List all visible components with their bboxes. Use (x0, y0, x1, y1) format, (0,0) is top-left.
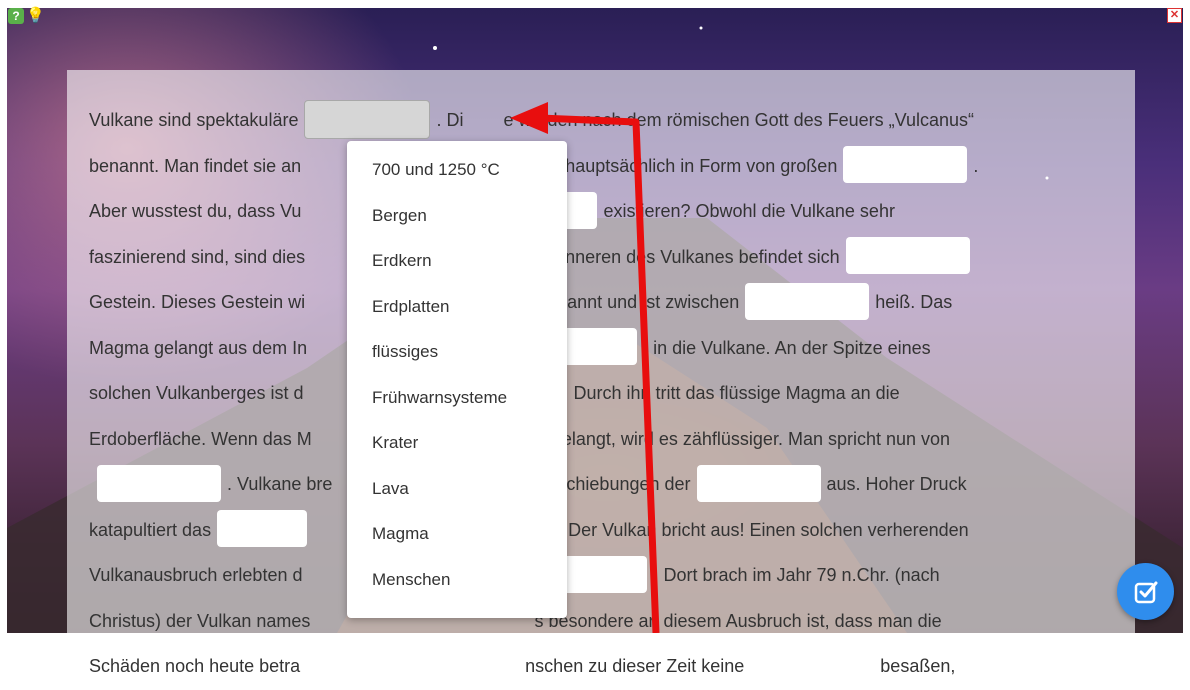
gap-field[interactable] (843, 146, 968, 184)
text-line: . Vulkane bre schiebungen der aus. Hoher D… (89, 462, 1119, 508)
text-segment: genannt und ist zwischen (537, 292, 740, 312)
text-segment: . Vulkane bre (227, 474, 333, 494)
text-segment: e wurden nach dem römischen Gott des Feu… (503, 110, 975, 130)
text-line: Erdoberfläche. Wenn das M ne gelangt, wir… (89, 417, 1119, 463)
text-segment: Gestein. Dieses Gestein wi (89, 292, 306, 312)
dropdown-option[interactable]: flüssiges (347, 329, 567, 375)
gap-field[interactable] (750, 646, 875, 684)
gap-field-active[interactable] (304, 99, 431, 139)
text-line: Magma gelangt aus dem In , in die Vulkane… (89, 326, 1119, 372)
text-segment: . Di (436, 110, 464, 130)
dropdown-option[interactable]: Erdkern (347, 238, 567, 284)
text-segment: katapultiert das (89, 519, 212, 540)
text-segment: nschen zu dieser Zeit keine (525, 656, 745, 676)
gap-field[interactable] (217, 510, 308, 548)
text-segment: s besondere an diesem Ausbruch ist, dass… (534, 610, 942, 631)
text-segment: schiebungen der (557, 474, 691, 494)
text-segment: heiß. Das (875, 292, 953, 312)
text-segment: Schäden noch heute betra (89, 656, 301, 676)
cloze-text: Vulkane sind spektakuläre . Di e wurden na… (89, 98, 1119, 690)
text-segment: Vulkane sind spektakuläre (89, 110, 299, 130)
text-segment: faszinierend sind, sind dies (89, 246, 306, 267)
help-icon[interactable]: ? (8, 8, 24, 24)
answer-dropdown[interactable]: 700 und 1250 °C Bergen Erdkern Erdplatte… (347, 141, 567, 618)
text-segment: aus. Hoher Druck (826, 474, 967, 494)
lightbulb-icon[interactable]: 💡 (26, 8, 45, 24)
text-segment: ne gelangt, wird es zähflüssiger. Man sp… (526, 428, 951, 449)
text-line: Vulkanausbruch erlebten d . Dort brach im… (89, 553, 1119, 599)
dropdown-option[interactable]: Frühwarnsysteme (347, 375, 567, 421)
text-line: Aber wusstest du, dass Vu existieren? Obw… (89, 189, 1119, 235)
dropdown-option[interactable]: 700 und 1250 °C (347, 147, 567, 193)
text-segment: Erdoberfläche. Wenn das M (89, 428, 312, 449)
text-segment: solchen Vulkanberges ist d (89, 383, 304, 403)
dropdown-option[interactable]: Erdplatten (347, 284, 567, 330)
cloze-panel: Vulkane sind spektakuläre . Di e wurden na… (67, 70, 1135, 684)
text-line: Gestein. Dieses Gestein wi genannt und is… (89, 280, 1119, 326)
dropdown-option[interactable]: Magma (347, 511, 567, 557)
text-segment: . (973, 155, 979, 176)
dropdown-option[interactable]: Bergen (347, 193, 567, 239)
checkmark-icon (1134, 581, 1157, 603)
text-line: Schäden noch heute betra nschen zu dieser… (89, 644, 1119, 690)
text-segment: den. Durch ihn tritt das flüssige Magma … (533, 383, 900, 403)
text-line: solchen Vulkanberges ist d den. Durch ihn… (89, 371, 1119, 417)
gap-field[interactable] (696, 464, 821, 502)
text-segment: Aber wusstest du, dass Vu (89, 201, 302, 221)
text-segment: Magma gelangt aus dem In (89, 337, 308, 358)
text-segment: benannt. Man findet sie an (89, 155, 302, 176)
dropdown-option[interactable]: Lava (347, 466, 567, 512)
dropdown-option[interactable]: Menschen (347, 557, 567, 603)
text-segment: raters. Der Vulkan bricht aus! Einen sol… (512, 519, 969, 540)
text-line: katapultiert das raters. Der Vulkan brich… (89, 508, 1119, 554)
dropdown-option[interactable]: Krater (347, 420, 567, 466)
text-line: benannt. Man findet sie an en sie hauptsä… (89, 144, 1119, 190)
text-line: Christus) der Vulkan names s besondere an… (89, 599, 1119, 645)
text-segment: . Dort brach im Jahr 79 n.Chr. (nach (653, 565, 940, 585)
gap-field[interactable] (745, 282, 870, 320)
text-line: Vulkane sind spektakuläre . Di e wurden na… (89, 98, 1119, 144)
text-segment: Christus) der Vulkan names (89, 610, 311, 631)
gap-field[interactable] (845, 237, 970, 275)
text-line: faszinierend sind, sind dies Im Inneren d… (89, 235, 1119, 281)
gap-field[interactable] (97, 464, 221, 502)
close-icon[interactable]: ✕ (1167, 8, 1182, 23)
text-segment: , in die Vulkane. An der Spitze eines (643, 337, 931, 358)
text-segment: besaßen, (880, 656, 956, 676)
text-segment: Vulkanausbruch erlebten d (89, 565, 303, 585)
text-segment: existieren? Obwohl die Vulkane sehr (603, 201, 895, 221)
check-answers-button[interactable] (1117, 563, 1174, 620)
text-segment: Im Inneren des Vulkanes befindet sich (535, 246, 840, 267)
